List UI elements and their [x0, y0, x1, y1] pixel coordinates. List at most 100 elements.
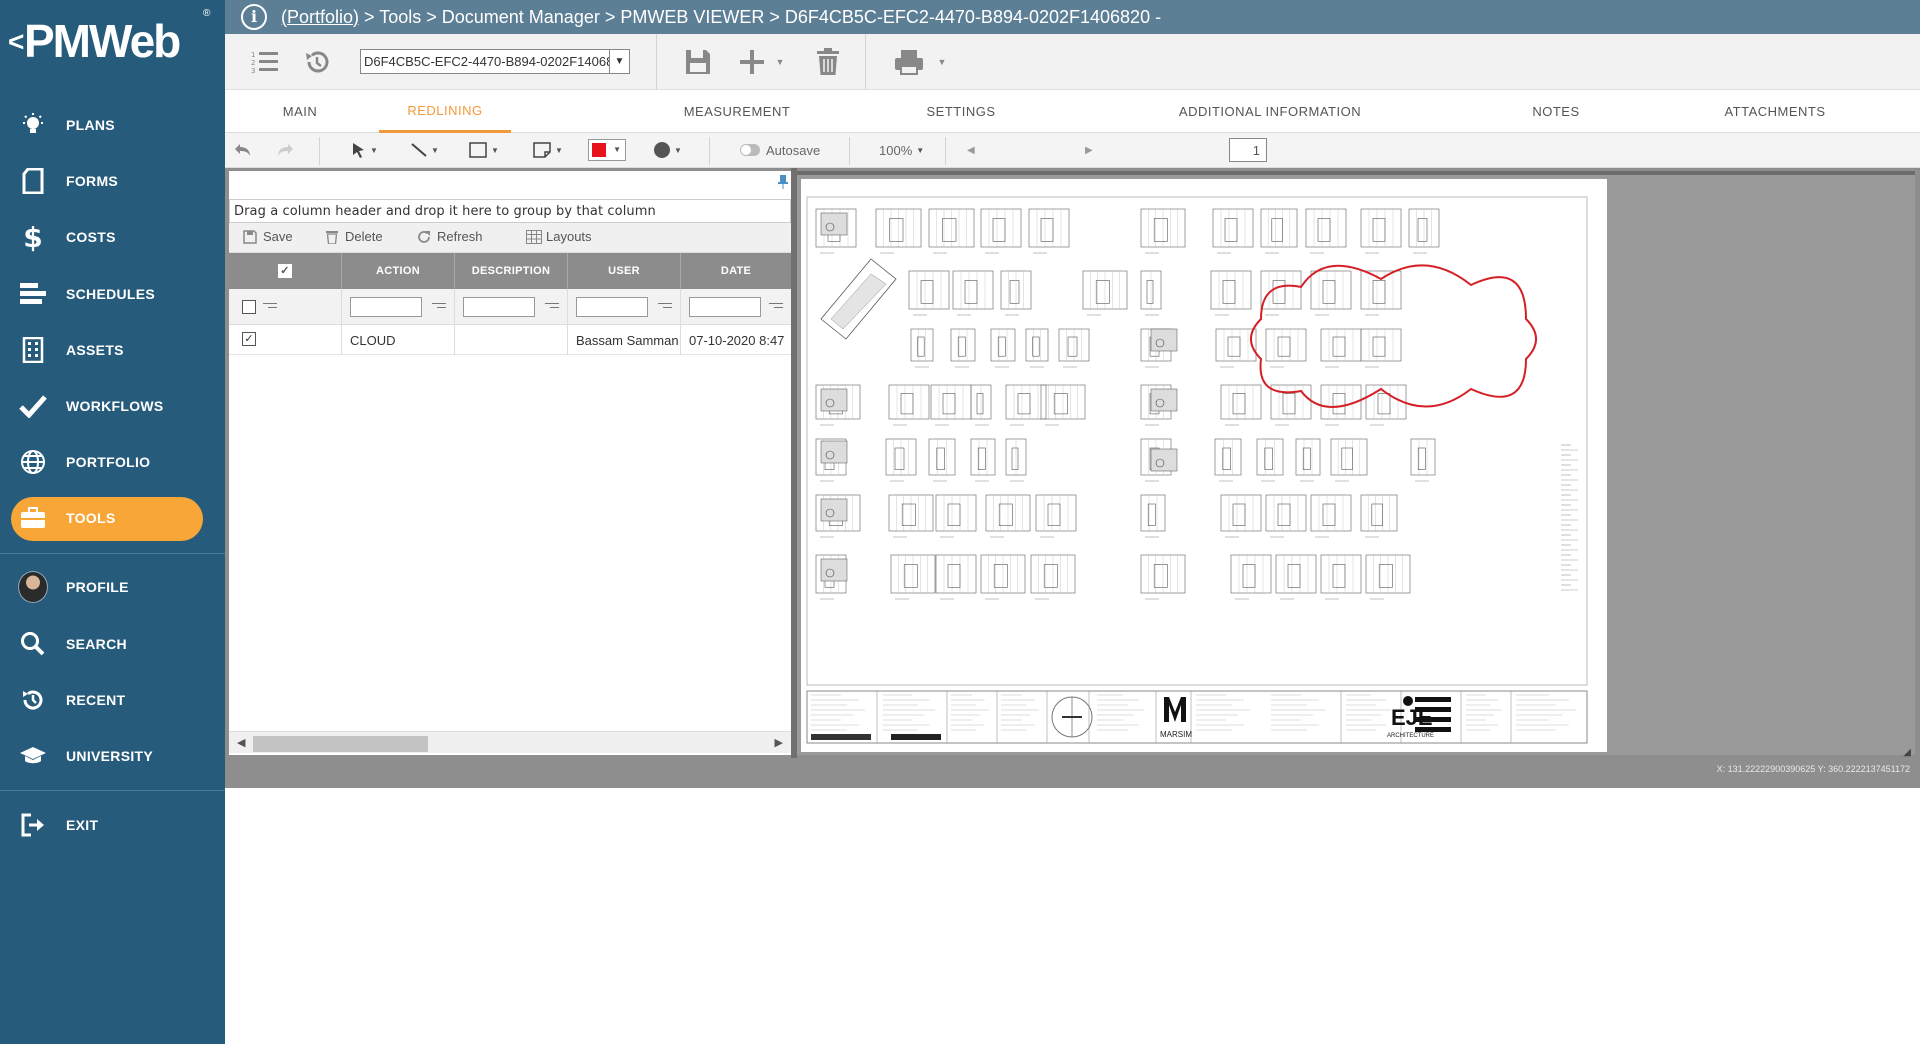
sidebar-item-profile[interactable]: PROFILE: [0, 565, 225, 609]
grid-delete-button[interactable]: Delete: [325, 229, 383, 245]
sidebar-item-search[interactable]: SEARCH: [0, 622, 225, 666]
column-header-action[interactable]: ACTION: [342, 253, 455, 289]
grid-refresh-button[interactable]: Refresh: [417, 229, 483, 244]
sidebar-item-plans[interactable]: PLANS: [0, 103, 225, 147]
fill-shape-picker[interactable]: ▼: [654, 137, 682, 163]
pmweb-logo[interactable]: < PMWeb ®: [6, 8, 218, 68]
refresh-icon: [417, 230, 431, 244]
dollar-icon: $: [23, 220, 43, 254]
table-row[interactable]: ✓ CLOUD Bassam Samman 07-10-2020 8:47: [229, 325, 791, 355]
scroll-right-icon[interactable]: ▶: [775, 736, 783, 749]
select-all-checkbox[interactable]: ✓: [278, 264, 292, 278]
tab-measurement[interactable]: MEASUREMENT: [662, 90, 812, 133]
stroke-color-picker[interactable]: ▼: [588, 137, 626, 163]
breadcrumb-portfolio-link[interactable]: (Portfolio): [281, 7, 359, 27]
list-icon[interactable]: 123: [251, 46, 279, 78]
note-tool-icon[interactable]: ▼: [533, 137, 563, 163]
checkmark-icon: [18, 391, 48, 421]
toggle-switch[interactable]: [740, 144, 760, 156]
zoom-select[interactable]: 100% ▼: [879, 137, 924, 163]
tab-main[interactable]: MAIN: [260, 90, 340, 133]
save-icon[interactable]: [683, 46, 713, 78]
filter-input-action[interactable]: [350, 297, 422, 317]
building-icon: [18, 335, 48, 365]
content-area: Drag a column header and drop it here to…: [225, 168, 1920, 788]
filter-icon[interactable]: [432, 301, 446, 311]
page-number-input[interactable]: 1: [1229, 138, 1267, 162]
chevron-down-icon[interactable]: ▼: [609, 50, 629, 73]
back-chevron-icon[interactable]: <: [8, 26, 24, 58]
tab-attachments[interactable]: ATTACHMENTS: [1715, 90, 1835, 133]
add-dropdown-chevron-icon[interactable]: ▼: [773, 46, 787, 78]
filter-icon[interactable]: [545, 301, 559, 311]
filter-icon[interactable]: [769, 301, 783, 311]
document-select-value: D6F4CB5C-EFC2-4470-B894-0202F1406820: [364, 54, 628, 69]
prev-page-icon[interactable]: ◀: [967, 137, 975, 163]
sidebar-item-assets[interactable]: ASSETS: [0, 328, 225, 372]
logo-text: PMWeb: [24, 15, 181, 67]
select-all-header[interactable]: ✓: [229, 253, 342, 289]
filter-input-description[interactable]: [463, 297, 535, 317]
sidebar-item-exit[interactable]: EXIT: [0, 803, 225, 847]
autosave-toggle[interactable]: Autosave: [740, 137, 820, 163]
cell-description: [455, 325, 568, 355]
trash-icon[interactable]: [815, 46, 841, 78]
tab-redlining[interactable]: REDLINING: [379, 90, 511, 133]
toolbox-icon: [18, 503, 48, 533]
row-checkbox[interactable]: ✓: [242, 332, 256, 346]
sidebar-item-portfolio[interactable]: PORTFOLIO: [0, 440, 225, 484]
grid-layouts-button[interactable]: Layouts: [526, 229, 592, 244]
main-toolbar: 123 D6F4CB5C-EFC2-4470-B894-0202F1406820…: [225, 34, 1920, 90]
line-tool-icon[interactable]: ▼: [411, 137, 439, 163]
horizontal-scrollbar[interactable]: ◀ ▶: [229, 731, 791, 753]
filter-input-date[interactable]: [689, 297, 761, 317]
breadcrumb-path: > Tools > Document Manager > PMWEB VIEWE…: [359, 6, 1162, 27]
redo-icon[interactable]: [276, 137, 294, 163]
sidebar-item-workflows[interactable]: WORKFLOWS: [0, 384, 225, 428]
print-dropdown-chevron-icon[interactable]: ▼: [935, 46, 949, 78]
filter-icon[interactable]: [658, 301, 672, 311]
print-icon[interactable]: [893, 46, 925, 78]
svg-text:1: 1: [251, 51, 255, 59]
rectangle-tool-icon[interactable]: ▼: [469, 137, 499, 163]
sidebar-item-label: PROFILE: [66, 579, 129, 595]
drawing-viewer[interactable]: MARSIM EJE ARCHITECTURE ◢: [797, 171, 1915, 758]
sidebar-item-forms[interactable]: FORMS: [0, 159, 225, 203]
resize-grip-icon[interactable]: ◢: [1903, 747, 1911, 758]
filter-checkbox[interactable]: [242, 300, 256, 314]
select-pointer-icon[interactable]: ▼: [352, 137, 378, 163]
sidebar-item-costs[interactable]: $ COSTS: [0, 215, 225, 259]
column-header-user[interactable]: USER: [568, 253, 681, 289]
tab-settings[interactable]: SETTINGS: [906, 90, 1016, 133]
scrollbar-thumb[interactable]: [253, 736, 428, 752]
column-header-date[interactable]: DATE: [681, 253, 791, 289]
drawing-canvas[interactable]: MARSIM EJE ARCHITECTURE: [801, 179, 1607, 752]
tab-additional-information[interactable]: ADDITIONAL INFORMATION: [1165, 90, 1375, 133]
scroll-left-icon[interactable]: ◀: [237, 736, 245, 749]
undo-icon[interactable]: [234, 137, 252, 163]
filter-icon[interactable]: [263, 301, 277, 311]
sidebar-item-label: ASSETS: [66, 342, 124, 358]
tab-notes[interactable]: NOTES: [1523, 90, 1589, 133]
toolbar-divider: [656, 34, 657, 90]
group-by-drop-area[interactable]: Drag a column header and drop it here to…: [229, 199, 791, 223]
toolbar-divider: [945, 137, 946, 165]
grid-save-button[interactable]: Save: [243, 229, 293, 244]
svg-text:3: 3: [251, 67, 255, 75]
history-icon[interactable]: [303, 46, 331, 78]
sidebar-item-recent[interactable]: RECENT: [0, 678, 225, 722]
drawing-sheet[interactable]: MARSIM EJE ARCHITECTURE: [801, 179, 1607, 752]
next-page-icon[interactable]: ▶: [1085, 137, 1093, 163]
marsim-logo-text: MARSIM: [1160, 730, 1192, 739]
pin-icon[interactable]: [777, 175, 789, 189]
sidebar-item-label: COSTS: [66, 229, 116, 245]
sidebar-item-tools[interactable]: TOOLS: [0, 496, 225, 541]
filter-input-user[interactable]: [576, 297, 648, 317]
history-icon: [18, 685, 48, 715]
column-header-description[interactable]: DESCRIPTION: [455, 253, 568, 289]
sidebar-item-schedules[interactable]: SCHEDULES: [0, 272, 225, 316]
sidebar-item-university[interactable]: UNIVERSITY: [0, 734, 225, 778]
document-select[interactable]: D6F4CB5C-EFC2-4470-B894-0202F1406820 ▼: [360, 49, 630, 74]
info-icon[interactable]: i: [241, 4, 267, 30]
add-icon[interactable]: [737, 46, 767, 78]
